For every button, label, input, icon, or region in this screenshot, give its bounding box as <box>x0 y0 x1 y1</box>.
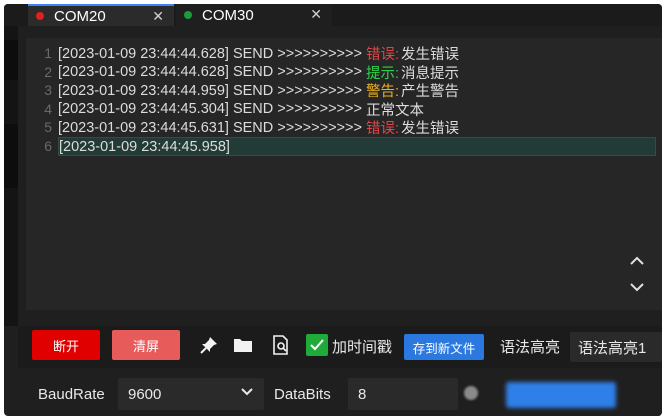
baudrate-label: BaudRate <box>38 386 105 403</box>
log-line-text: [2023-01-09 23:44:45.304] SEND >>>>>>>>>… <box>58 101 362 118</box>
baudrate-select[interactable]: 9600 <box>118 378 264 410</box>
line-number: 6 <box>44 138 52 154</box>
log-line-text: [2023-01-09 23:44:44.628] SEND >>>>>>>>>… <box>58 64 362 81</box>
side-block <box>4 40 18 80</box>
syntax-highlight-select[interactable]: 语法高亮1 <box>570 332 662 362</box>
serial-tool-window: COM20 ✕ COM30 ✕ 1 2 34 5 6 [2023-01-09 23:44… <box>4 4 662 416</box>
log-line-text: [2023-01-09 23:44:44.959] SEND >>>>>>>>>… <box>58 82 362 99</box>
databits-label: DataBits <box>274 386 331 403</box>
line-number-gutter: 1 2 34 5 6 <box>26 38 54 310</box>
pin-icon[interactable] <box>198 334 220 356</box>
log-line-text: [2023-01-09 23:44:45.631] SEND >>>>>>>>>… <box>58 119 362 136</box>
tab-com30[interactable]: COM30 ✕ <box>176 4 332 26</box>
syntax-highlight-value: 语法高亮1 <box>578 339 647 357</box>
log-line: [2023-01-09 23:44:44.959] SEND >>>>>>>>>… <box>58 81 459 101</box>
side-block <box>4 124 18 188</box>
serial-settings-bar: BaudRate 9600 DataBits 8 <box>18 372 662 416</box>
scroll-up-icon[interactable] <box>626 250 648 272</box>
tab-com20-label: COM20 <box>54 7 106 25</box>
line-number: 3 <box>44 82 52 99</box>
watermark-logo-icon <box>464 386 478 400</box>
chevron-down-icon <box>240 384 254 401</box>
syntax-highlight-label: 语法高亮 <box>500 339 561 356</box>
databits-input[interactable]: 8 <box>348 378 458 410</box>
log-message: 发生错误 <box>400 121 459 138</box>
log-line-text: [2023-01-09 23:44:44.628] SEND >>>>>>>>>… <box>58 45 362 62</box>
status-dot-green-icon <box>184 11 192 19</box>
baudrate-value: 9600 <box>128 385 162 403</box>
line-number: 2 <box>44 63 52 80</box>
line-number: 4 <box>44 100 52 117</box>
log-line: [2023-01-09 23:44:44.628] SEND >>>>>>>>>… <box>58 63 459 82</box>
log-line-text: [2023-01-09 23:44:45.958] <box>59 138 230 155</box>
file-search-icon[interactable] <box>270 334 292 356</box>
scroll-down-icon[interactable] <box>626 276 648 298</box>
disconnect-button[interactable]: 断开 <box>32 330 100 360</box>
close-icon[interactable]: ✕ <box>310 6 322 23</box>
line-number: 1 <box>44 45 52 61</box>
toolbar: 断开 清屏 加时间戳 存到新文件 语法高亮 语法高亮1 <box>18 326 662 368</box>
timestamp-checkbox[interactable] <box>306 334 328 356</box>
line-number: 5 <box>44 119 52 136</box>
log-editor[interactable]: 1 2 34 5 6 [2023-01-09 23:44:44.628] SEND >>… <box>26 38 662 310</box>
log-line: [2023-01-09 23:44:44.628] SEND >>>>>>>>>… <box>58 44 459 64</box>
tab-com20[interactable]: COM20 ✕ <box>28 4 174 26</box>
close-icon[interactable]: ✕ <box>152 8 164 25</box>
save-new-file-button[interactable]: 存到新文件 <box>404 334 484 360</box>
folder-icon[interactable] <box>232 334 254 356</box>
log-level: 错误: <box>365 121 399 138</box>
log-line: [2023-01-09 23:44:45.958] <box>58 137 656 156</box>
tab-bar: COM20 ✕ COM30 ✕ <box>4 4 662 26</box>
tab-com30-label: COM30 <box>202 6 254 24</box>
timestamp-label: 加时间戳 <box>332 339 393 356</box>
log-line: [2023-01-09 23:44:45.304] SEND >>>>>>>>>… <box>58 100 424 119</box>
side-strip <box>4 26 18 326</box>
status-dot-red-icon <box>36 12 44 20</box>
databits-value: 8 <box>358 385 367 403</box>
log-line: [2023-01-09 23:44:45.631] SEND >>>>>>>>>… <box>58 118 459 138</box>
clear-screen-button[interactable]: 清屏 <box>112 330 180 360</box>
blurred-button[interactable] <box>506 382 616 408</box>
